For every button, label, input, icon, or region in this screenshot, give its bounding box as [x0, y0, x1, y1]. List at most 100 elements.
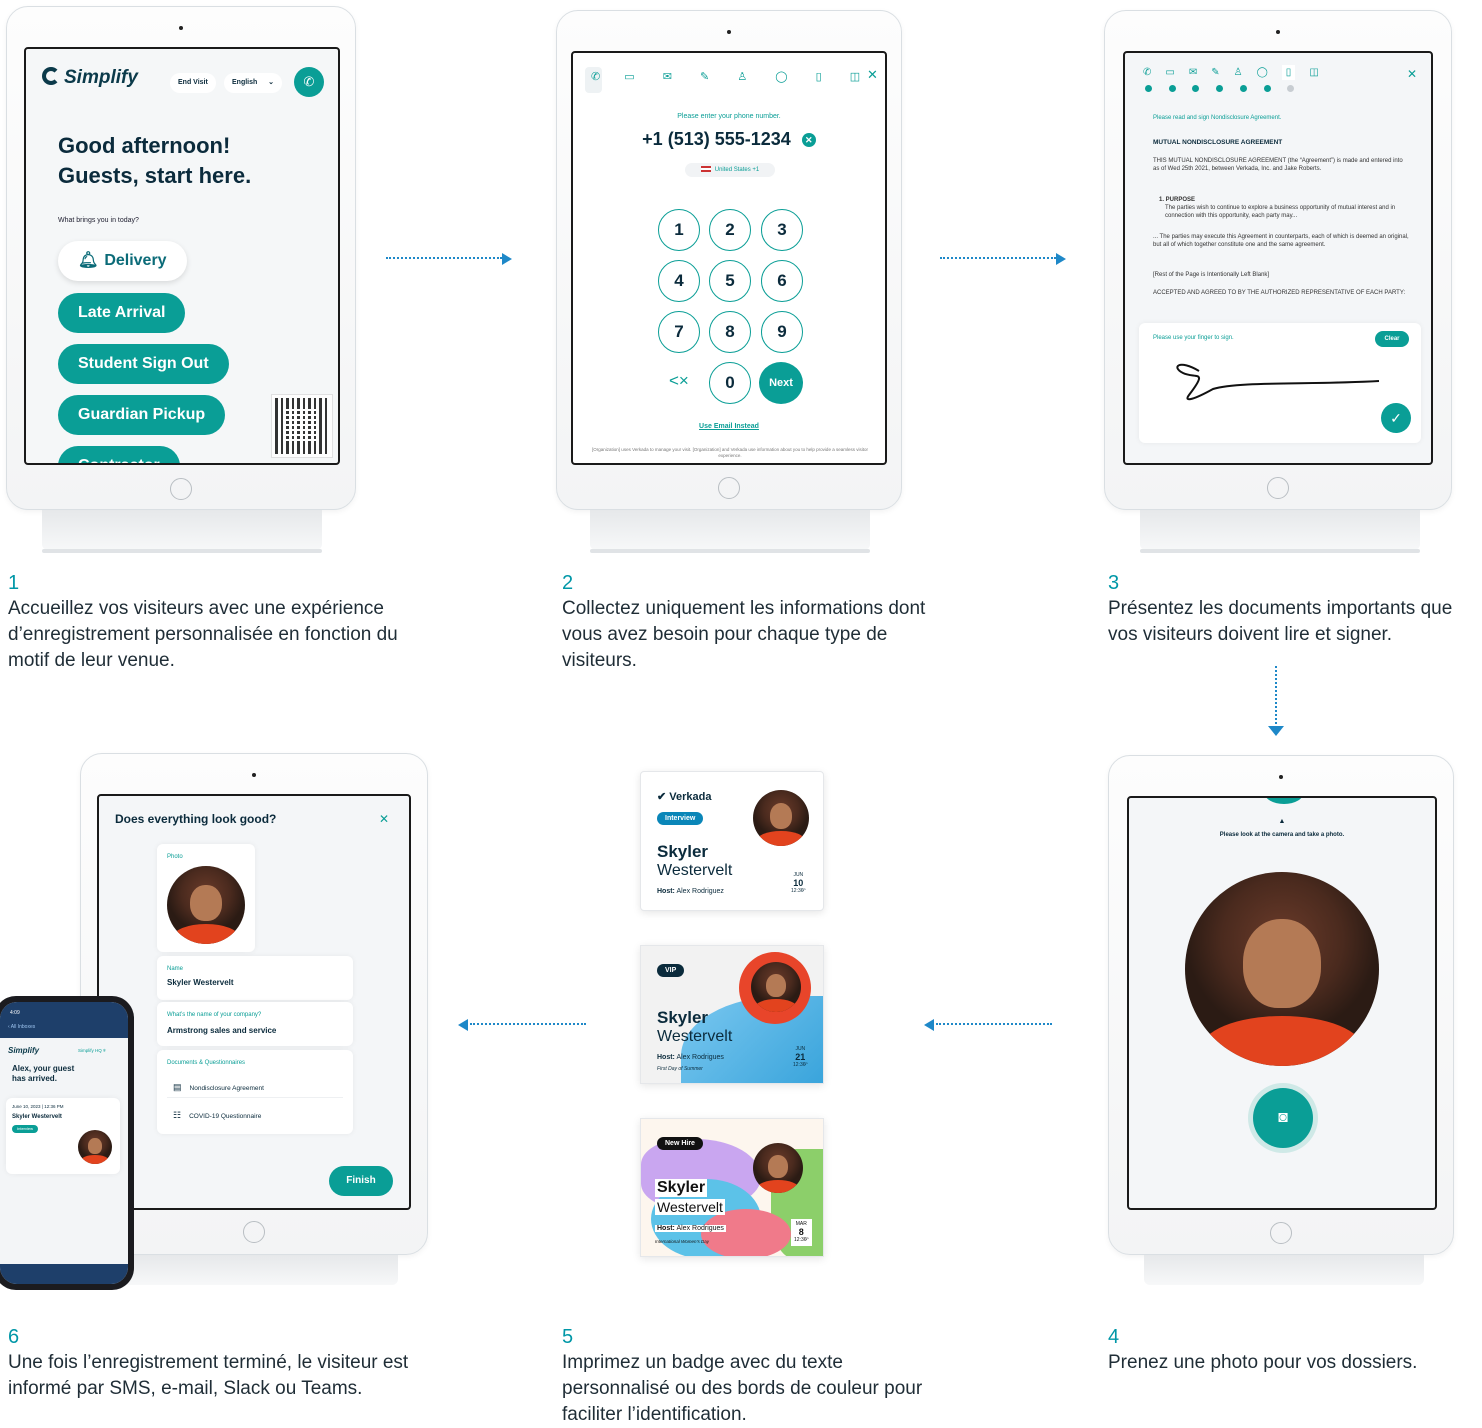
option-student-sign-out[interactable]: Student Sign Out: [58, 344, 229, 384]
key-4[interactable]: 4: [658, 260, 700, 302]
use-email-link[interactable]: Use Email Instead: [573, 423, 885, 430]
badge-new-hire: New Hire Skyler Westervelt Host: Alex Ro…: [640, 1118, 824, 1257]
documents-label: Documents & Questionnaires: [167, 1060, 246, 1066]
document-icon: ▤: [173, 1082, 182, 1092]
back-link[interactable]: ‹ All Inboxes: [8, 1024, 35, 1030]
doc-row-nda[interactable]: ▤ Nondisclosure Agreement: [167, 1076, 343, 1098]
key-5[interactable]: 5: [709, 260, 751, 302]
phone-location: Simplify HQ ⌾: [78, 1048, 106, 1053]
doc-para4: ACCEPTED AND AGREED TO BY THE AUTHORIZED…: [1153, 290, 1406, 296]
home-button[interactable]: [243, 1221, 265, 1243]
language-value: English: [232, 79, 258, 86]
check-icon: ✓: [1390, 410, 1402, 426]
badge-art-pink: [701, 1209, 791, 1256]
home-button[interactable]: [1267, 477, 1289, 499]
badge-photo: [753, 790, 809, 846]
phone-value: +1 (513) 555-1234 ✕: [573, 129, 885, 150]
home-button[interactable]: [718, 477, 740, 499]
camera-dot: [179, 26, 183, 30]
photo-prompt: Please look at the camera and take a pho…: [1219, 832, 1345, 838]
key-8[interactable]: 8: [709, 311, 751, 353]
key-1[interactable]: 1: [658, 209, 700, 251]
person-icon: ♙: [737, 71, 748, 83]
key-3[interactable]: 3: [761, 209, 803, 251]
review-title: Does everything look good?: [115, 812, 277, 826]
location-pin-icon: ⌾: [103, 1048, 106, 1053]
finish-button[interactable]: Finish: [329, 1166, 393, 1196]
home-button[interactable]: [170, 478, 192, 500]
signature-pad[interactable]: Please use your finger to sign. Clear ✓: [1139, 323, 1421, 443]
option-guardian-pickup[interactable]: Guardian Pickup: [58, 395, 226, 435]
arrow-right-2: [940, 253, 1068, 265]
home-button[interactable]: [1270, 1222, 1292, 1244]
capture-button[interactable]: ◙: [1253, 1088, 1313, 1148]
guest-name: Skyler Westervelt: [12, 1114, 62, 1120]
doc-title: MUTUAL NONDISCLOSURE AGREEMENT: [1153, 139, 1283, 146]
key-7[interactable]: 7: [658, 311, 700, 353]
tablet-screen: Does everything look good? ✕ Photo Name …: [97, 794, 411, 1210]
badge-day: 10: [793, 878, 804, 888]
option-late-arrival[interactable]: Late Arrival: [58, 293, 186, 333]
badge-time: 12:36ᴾ: [794, 1237, 809, 1243]
tablet-stand: [1144, 1255, 1424, 1285]
option-contractor[interactable]: Contractor: [58, 446, 180, 463]
badge-day: 8: [798, 1227, 804, 1237]
option-delivery[interactable]: 🔔︎ Delivery: [58, 241, 187, 281]
sign-prompt: Please read and sign Nondisclosure Agree…: [1153, 115, 1282, 121]
guest-thumbnail: [78, 1130, 112, 1164]
photo-card: Photo: [157, 844, 255, 952]
host-label: Host:: [657, 888, 675, 895]
country-value: United States +1: [714, 167, 760, 173]
close-icon[interactable]: ✕: [379, 812, 389, 826]
arrow-left-2: [458, 1019, 586, 1031]
confirm-check-button[interactable]: ✓: [1381, 403, 1411, 433]
tablet-stand: [590, 510, 870, 550]
language-select[interactable]: English ⌄: [224, 73, 282, 93]
tablet-step3: ✆ ▭ ✉ ✎ ♙ ◯ ▯ ◫ ✕ Please read and sign Nondiscl…: [1104, 10, 1452, 510]
backspace-icon[interactable]: <×: [669, 371, 689, 391]
qr-code-icon: [271, 394, 333, 458]
tablet-step4: ▲ Please look at the camera and take a p…: [1108, 755, 1454, 1255]
badge-time: 12:36ᴾ: [791, 888, 806, 894]
badge-host: Host: Alex Rodrigues: [655, 1225, 726, 1232]
tablet-stand: [1140, 510, 1420, 550]
arrow-right-1: [386, 253, 514, 265]
document-icon: ▯: [1281, 65, 1296, 80]
guest-card[interactable]: June 10, 2023 | 12:36 PM Skyler Westerve…: [6, 1098, 120, 1174]
step4-number: 4: [1108, 1326, 1120, 1348]
country-select[interactable]: United States +1: [685, 163, 775, 177]
camera-notch: [1264, 798, 1304, 804]
host-name: Alex Rodriguez: [676, 888, 724, 895]
key-2[interactable]: 2: [709, 209, 751, 251]
next-button[interactable]: Next: [759, 362, 803, 404]
photo-label: Photo: [167, 854, 183, 860]
badge-photo: [753, 1143, 803, 1193]
badge-date: JUN 10 12:36ᴾ: [791, 872, 806, 895]
mail-icon: ✉: [662, 71, 672, 83]
greeting-line1: Good afternoon!: [58, 133, 231, 158]
badge-host: Host: Alex Rodrigues: [657, 1054, 724, 1061]
phone-icon: ✆: [303, 74, 315, 89]
badge-first-name: Skyler: [657, 842, 709, 861]
close-icon[interactable]: ✕: [867, 67, 878, 83]
step6-number: 6: [8, 1326, 20, 1348]
step1-caption: Accueillez vos visiteurs avec une expéri…: [8, 598, 398, 671]
tablet-stand: [42, 510, 322, 550]
doc-row-covid[interactable]: ☷ COVID-19 Questionnaire: [167, 1104, 343, 1126]
clear-input-icon[interactable]: ✕: [801, 133, 816, 147]
stand-foot: [1140, 549, 1420, 553]
close-icon[interactable]: ✕: [1407, 67, 1417, 81]
end-visit-button[interactable]: End Visit: [170, 73, 216, 93]
badge-date: MAR 8 12:36ᴾ: [791, 1219, 812, 1246]
key-9[interactable]: 9: [761, 311, 803, 353]
camera-dot: [1276, 30, 1280, 34]
camera-icon: ◙: [1278, 1109, 1288, 1126]
name-card: Name Skyler Westervelt: [157, 956, 353, 1000]
clear-button[interactable]: Clear: [1375, 331, 1409, 347]
key-6[interactable]: 6: [761, 260, 803, 302]
badge-tag: New Hire: [657, 1137, 703, 1150]
purpose-head: 1. PURPOSE: [1159, 197, 1196, 203]
call-button[interactable]: ✆: [294, 67, 324, 97]
greeting-line2: Guests, start here.: [58, 163, 252, 188]
key-0[interactable]: 0: [709, 362, 751, 404]
